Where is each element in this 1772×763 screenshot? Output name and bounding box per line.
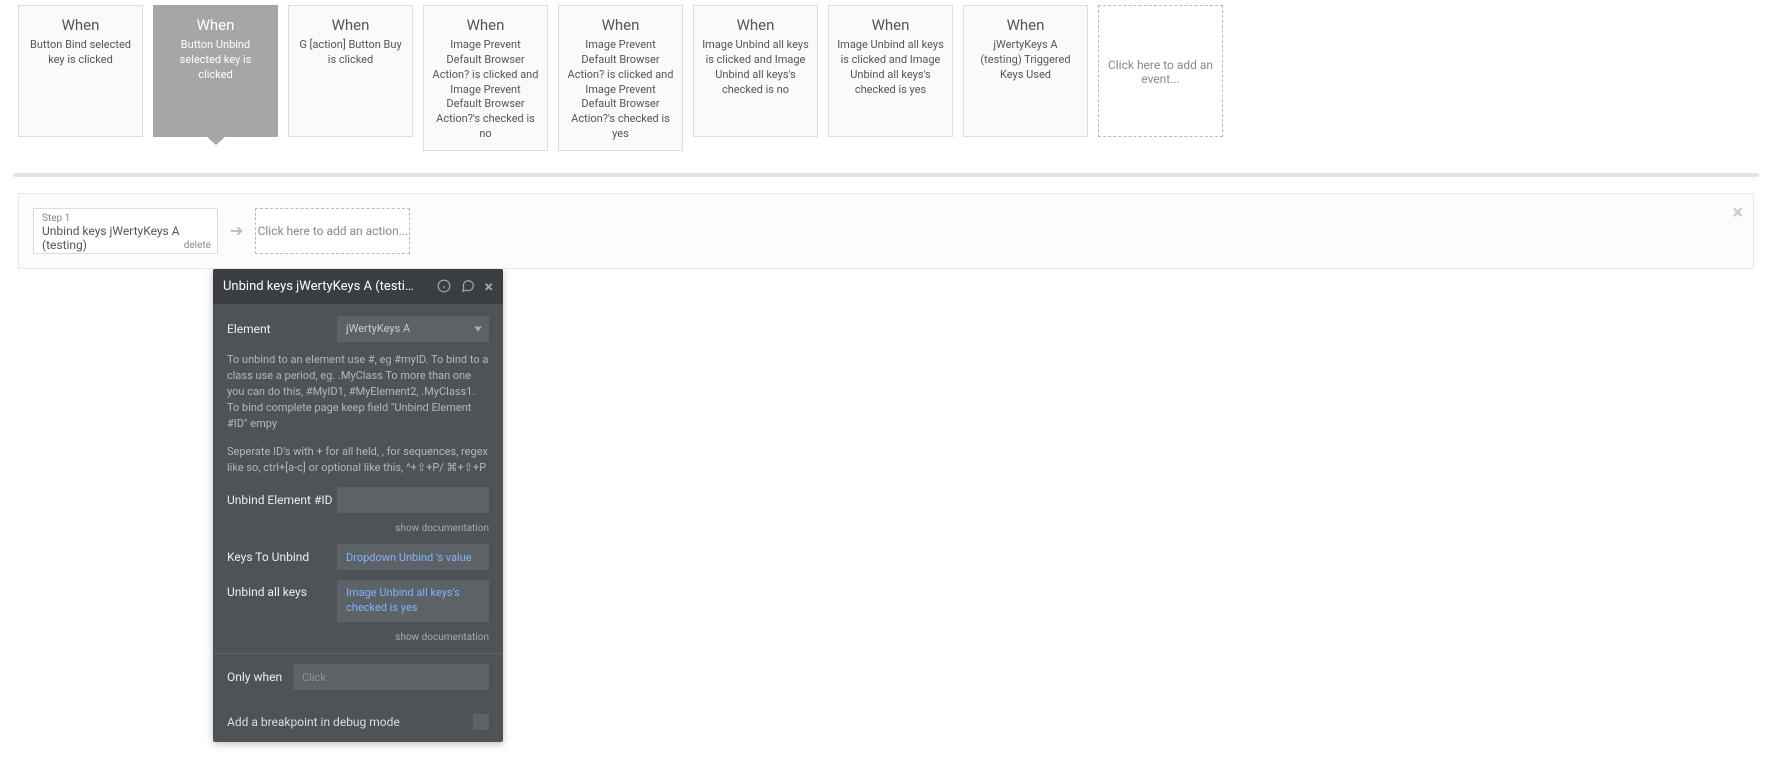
keys-to-unbind-value[interactable]: Dropdown Unbind 's value xyxy=(337,544,489,570)
event-card-6[interactable]: When Image Unbind all keys is clicked and… xyxy=(828,5,953,137)
property-panel: Unbind keys jWertyKeys A (testing) × Eleme… xyxy=(213,269,503,742)
show-documentation-link[interactable]: show documentation xyxy=(227,523,489,534)
add-action[interactable]: Click here to add an action... xyxy=(255,208,410,254)
event-body: Button Bind selected key is clicked xyxy=(27,38,134,68)
element-label: Element xyxy=(227,322,337,336)
note-ids-info: Seperate ID's with + for all held, , for… xyxy=(227,444,489,476)
event-body: G [action] Button Buy is clicked xyxy=(297,38,404,68)
step-number: Step 1 xyxy=(42,213,209,224)
close-panel-icon[interactable]: × xyxy=(485,277,494,296)
step-1[interactable]: Step 1Unbind keys jWertyKeys A (testing)… xyxy=(33,208,218,254)
event-body: Button Unbind selected key is clicked xyxy=(162,38,269,83)
event-title: When xyxy=(297,16,404,34)
event-title: When xyxy=(972,16,1079,34)
unbind-element-input[interactable] xyxy=(337,487,489,513)
event-body: Image Prevent Default Browser Action? is… xyxy=(432,38,539,142)
chevron-down-icon xyxy=(474,326,482,331)
event-title: When xyxy=(27,16,134,34)
only-when-label: Only when xyxy=(227,670,293,684)
event-card-0[interactable]: When Button Bind selected key is clicked xyxy=(18,5,143,137)
only-when-input[interactable]: Click xyxy=(293,664,489,690)
breakpoint-checkbox[interactable] xyxy=(473,714,489,730)
element-value: jWertyKeys A xyxy=(346,322,410,335)
event-card-1[interactable]: When Button Unbind selected key is clicke… xyxy=(153,5,278,137)
event-card-2[interactable]: When G [action] Button Buy is clicked xyxy=(288,5,413,137)
comment-icon[interactable] xyxy=(461,279,475,293)
show-documentation-link-2[interactable]: show documentation xyxy=(227,632,489,643)
steps-panel: Step 1Unbind keys jWertyKeys A (testing)… xyxy=(18,193,1754,269)
event-title: When xyxy=(837,16,944,34)
close-icon[interactable]: × xyxy=(1732,200,1743,224)
event-title: When xyxy=(702,16,809,34)
unbind-all-keys-label: Unbind all keys xyxy=(227,580,337,599)
add-event[interactable]: Click here to add an event... xyxy=(1098,5,1223,137)
info-icon[interactable] xyxy=(437,279,451,293)
event-body: jWertyKeys A (testing) Triggered Keys Us… xyxy=(972,38,1079,83)
event-body: Image Unbind all keys is clicked and Ima… xyxy=(702,38,809,97)
unbind-element-label: Unbind Element #ID xyxy=(227,493,337,507)
event-card-7[interactable]: When jWertyKeys A (testing) Triggered Key… xyxy=(963,5,1088,137)
element-select[interactable]: jWertyKeys A xyxy=(337,316,489,342)
note-unbind-info: To unbind to an element use #, eg #myID.… xyxy=(227,352,489,432)
keys-to-unbind-label: Keys To Unbind xyxy=(227,550,337,564)
event-body: Image Prevent Default Browser Action? is… xyxy=(567,38,674,142)
active-indicator-arrow xyxy=(206,136,226,145)
event-title: When xyxy=(567,16,674,34)
breakpoint-label: Add a breakpoint in debug mode xyxy=(227,715,400,729)
unbind-all-keys-value[interactable]: Image Unbind all keys's checked is yes xyxy=(337,580,489,622)
event-card-5[interactable]: When Image Unbind all keys is clicked and… xyxy=(693,5,818,137)
event-title: When xyxy=(162,16,269,34)
panel-title: Unbind keys jWertyKeys A (testing) xyxy=(223,279,418,294)
divider xyxy=(13,173,1759,177)
event-title: When xyxy=(432,16,539,34)
event-card-3[interactable]: When Image Prevent Default Browser Action… xyxy=(423,5,548,151)
event-card-4[interactable]: When Image Prevent Default Browser Action… xyxy=(558,5,683,151)
arrow-right-icon: ➔ xyxy=(230,221,243,240)
event-body: Image Unbind all keys is clicked and Ima… xyxy=(837,38,944,97)
step-delete[interactable]: delete xyxy=(184,240,211,251)
